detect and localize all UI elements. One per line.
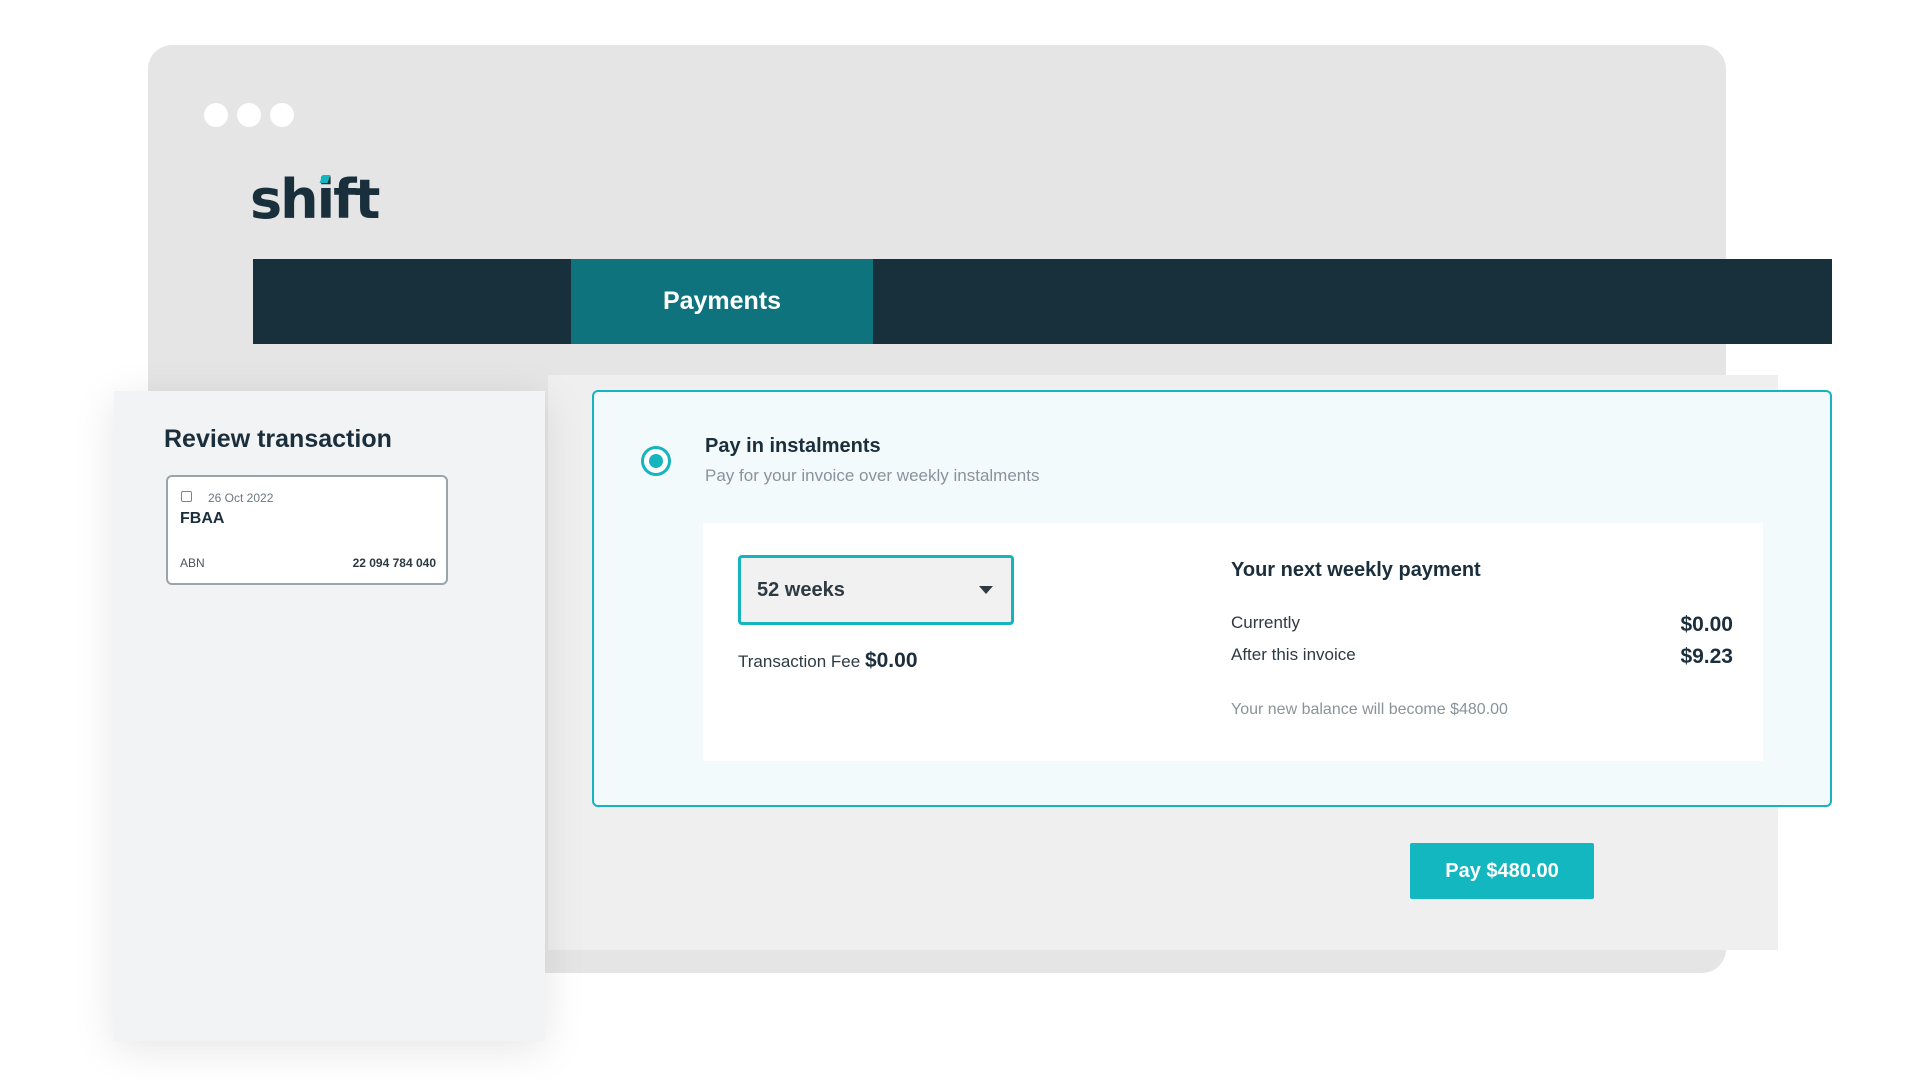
duration-select[interactable]: 52 weeks: [738, 555, 1014, 625]
next-payment-title: Your next weekly payment: [1231, 559, 1481, 581]
transaction-name: FBAA: [180, 510, 225, 527]
after-invoice-label: After this invoice: [1231, 645, 1356, 664]
logo-text: shift: [250, 168, 380, 231]
fee-label: Transaction Fee: [738, 652, 861, 671]
window-dot-icon: [237, 103, 261, 127]
duration-select-value: 52 weeks: [757, 578, 845, 601]
abn-value: 22 094 784 040: [352, 556, 436, 570]
after-invoice-value: $9.23: [1680, 645, 1733, 668]
transaction-date: 26 Oct 2022: [208, 491, 274, 505]
transaction-fee: Transaction Fee $0.00: [738, 649, 918, 673]
instalments-option-card[interactable]: Pay in instalments Pay for your invoice …: [592, 390, 1832, 807]
calendar-icon: [181, 491, 192, 502]
review-title: Review transaction: [164, 425, 392, 453]
review-transaction-panel: Review transaction 26 Oct 2022 FBAA ABN …: [114, 391, 545, 1041]
instalment-details: 52 weeks Transaction Fee $0.00 Your next…: [703, 523, 1763, 761]
transaction-card[interactable]: 26 Oct 2022 FBAA ABN 22 094 784 040: [166, 475, 448, 585]
currently-value: $0.00: [1680, 613, 1733, 636]
instalments-radio[interactable]: [641, 446, 671, 476]
top-navigation: Payments: [253, 259, 1832, 344]
balance-note: Your new balance will become $480.00: [1231, 701, 1508, 718]
option-title: Pay in instalments: [705, 435, 881, 457]
window-dot-icon: [204, 103, 228, 127]
currently-label: Currently: [1231, 613, 1300, 632]
option-subtitle: Pay for your invoice over weekly instalm…: [705, 466, 1040, 485]
fee-value: $0.00: [864, 649, 918, 672]
tab-payments[interactable]: Payments: [571, 259, 873, 344]
chevron-down-icon: [979, 586, 993, 594]
abn-label: ABN: [180, 556, 205, 570]
shift-logo: shift: [250, 173, 380, 227]
pay-button[interactable]: Pay $480.00: [1410, 843, 1594, 899]
window-dot-icon: [270, 103, 294, 127]
